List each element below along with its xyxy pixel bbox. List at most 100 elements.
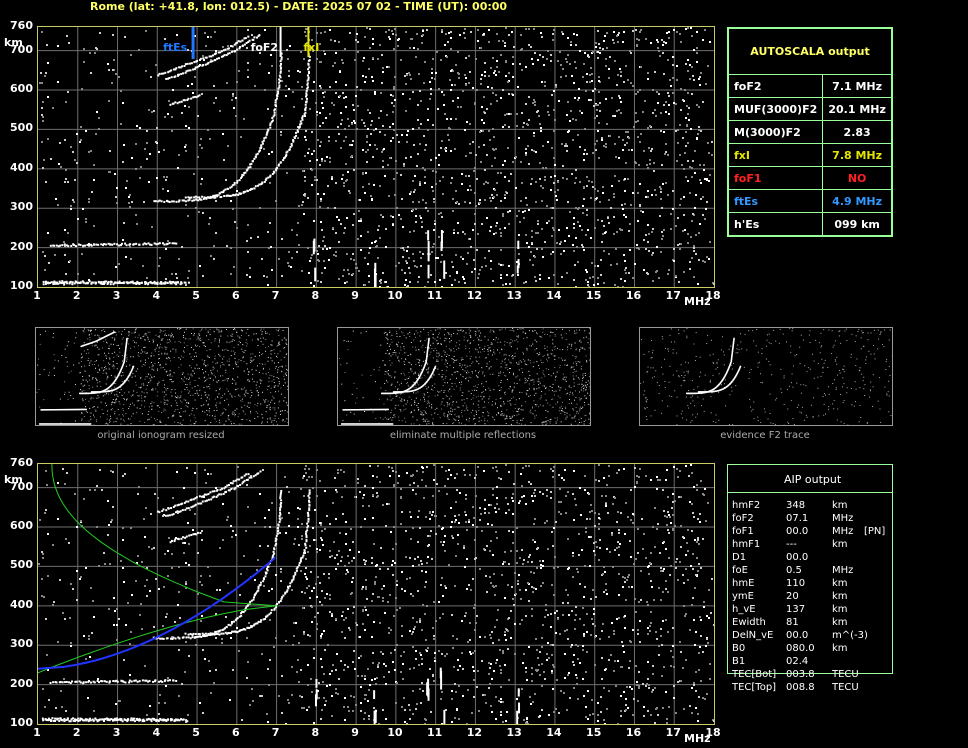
foF2-marker-label: foF2: [251, 41, 279, 54]
profile-plot: [37, 463, 715, 725]
ionogram-plot: ftEs foF2 fxI: [37, 26, 715, 288]
x-tick-label: 6: [231, 289, 240, 302]
aip-name: B0: [732, 643, 746, 654]
interference-streak: [312, 240, 315, 255]
aip-value: 348: [786, 500, 806, 511]
aip-name: foE: [732, 565, 748, 576]
aip-name: hmF2: [732, 500, 761, 511]
thumbnail-original: [35, 327, 289, 426]
interference-streak: [517, 240, 520, 250]
y-tick-label: 760: [10, 19, 33, 32]
y-tick-label: 400: [10, 160, 33, 174]
aip-unit: km: [832, 604, 848, 615]
x-tick-label: 11: [426, 289, 443, 302]
aip-value: 07.1: [786, 513, 809, 524]
autoscala-label: foF2: [727, 74, 824, 98]
autoscala-title: AUTOSCALA output: [728, 28, 892, 75]
aip-name: DelN_vE: [732, 630, 774, 641]
aip-unit: MHz: [832, 526, 854, 537]
aip-row: foF2 07.1 MHz: [732, 513, 968, 526]
x-tick-label: 8: [311, 726, 320, 739]
x-tick-label: 7: [271, 289, 280, 302]
aip-row: ymE 20 km: [732, 591, 968, 604]
x-unit-label: MHz: [684, 732, 711, 745]
aip-unit: TECU: [832, 682, 859, 693]
aip-title: AIP output: [784, 473, 842, 486]
autoscala-label: MUF(3000)F2: [727, 97, 824, 121]
aip-name: h_vE: [732, 604, 756, 615]
x-tick-label: 10: [387, 726, 403, 739]
autoscala-label: fxI: [727, 143, 824, 167]
x-tick-label: 16: [625, 289, 642, 302]
aip-row: B0 080.0 km: [732, 643, 968, 656]
autoscala-panel: AUTOSCALA output foF2 7.1 MHz MUF(3000)F2 2…: [727, 27, 893, 237]
x-tick-label: 17: [665, 289, 681, 302]
interference-streak: [374, 709, 377, 724]
aip-row: hmF2 348 km: [732, 500, 968, 513]
aip-unit: m^(-3): [832, 630, 868, 641]
aip-value: 003.8: [786, 669, 815, 680]
interference-streak: [374, 273, 377, 287]
interference-streak: [443, 709, 446, 724]
x-tick-label: 13: [506, 289, 522, 302]
autoscala-row: M(3000)F2 2.83: [727, 120, 892, 144]
aip-name: Ewidth: [732, 617, 766, 628]
x-tick-label: 9: [351, 289, 359, 302]
x-unit-label: MHz: [684, 295, 711, 308]
aip-value: 02.4: [786, 656, 809, 667]
y-tick-label: 600: [10, 82, 33, 96]
autoscala-row: foF2 7.1 MHz: [727, 74, 892, 98]
autoscala-label: M(3000)F2: [727, 120, 824, 144]
aip-value: 20: [786, 591, 799, 602]
autoscala-value: 4.9 MHz: [822, 189, 892, 213]
autoscala-value: 099 km: [822, 212, 892, 236]
aip-row: hmE 110 km: [732, 578, 968, 591]
y-tick-label: 700: [10, 42, 33, 56]
aip-extra: [PN]: [864, 526, 886, 537]
aip-values: hmF2 348 km foF2 07.1 MHz foF1 00.0 MHz [PN] hmF1 -…: [732, 500, 968, 700]
aip-unit: MHz: [832, 513, 854, 524]
autoscala-value: 2.83: [822, 120, 892, 144]
aip-name: hmF1: [732, 539, 761, 550]
x-tick-label: 14: [546, 289, 562, 302]
y-tick-label: 700: [10, 479, 33, 493]
aip-unit: km: [832, 500, 848, 511]
interference-streak: [374, 262, 377, 273]
x-tick-label: 4: [152, 726, 161, 739]
autoscala-row: ftEs 4.9 MHz: [727, 189, 892, 213]
interference-streak: [427, 241, 430, 262]
x-tick-label: 1: [33, 289, 41, 302]
x-tick-label: 3: [112, 289, 121, 302]
interference-streak: [315, 678, 318, 688]
aip-name: D1: [732, 552, 747, 563]
interference-streak: [516, 710, 519, 724]
autoscala-value: 20.1 MHz: [822, 97, 892, 121]
aip-name: TEC[Bot]: [732, 669, 777, 680]
autoscala-value: NO: [822, 166, 892, 190]
aip-row: D1 00.0: [732, 552, 968, 565]
aip-unit: TECU: [832, 669, 859, 680]
aip-name: hmE: [732, 578, 755, 589]
x-tick-label: 17: [665, 726, 681, 739]
aip-row: foF1 00.0 MHz [PN]: [732, 526, 968, 539]
aip-row: DelN_vE 00.0 m^(-3): [732, 630, 968, 643]
thumbnail-eliminated: [337, 327, 591, 426]
aip-value: 0.5: [786, 565, 802, 576]
autoscala-value: 7.1 MHz: [822, 74, 892, 98]
x-tick-label: 3: [112, 726, 121, 739]
x-tick-label: 6: [231, 726, 240, 739]
x-tick-label: 5: [192, 289, 200, 302]
interference-streak: [314, 267, 317, 282]
aip-name: foF2: [732, 513, 754, 524]
aip-value: 00.0: [786, 630, 809, 641]
aip-unit: km: [832, 591, 848, 602]
aip-unit: km: [832, 539, 848, 550]
aip-row: foE 0.5 MHz: [732, 565, 968, 578]
x-tick-label: 11: [426, 726, 443, 739]
aip-name: TEC[Top]: [732, 682, 777, 693]
aip-unit: MHz: [832, 565, 854, 576]
x-tick-label: 13: [506, 726, 522, 739]
interference-streak: [440, 671, 443, 690]
aip-value: 008.8: [786, 682, 815, 693]
x-tick-label: 15: [586, 289, 602, 302]
